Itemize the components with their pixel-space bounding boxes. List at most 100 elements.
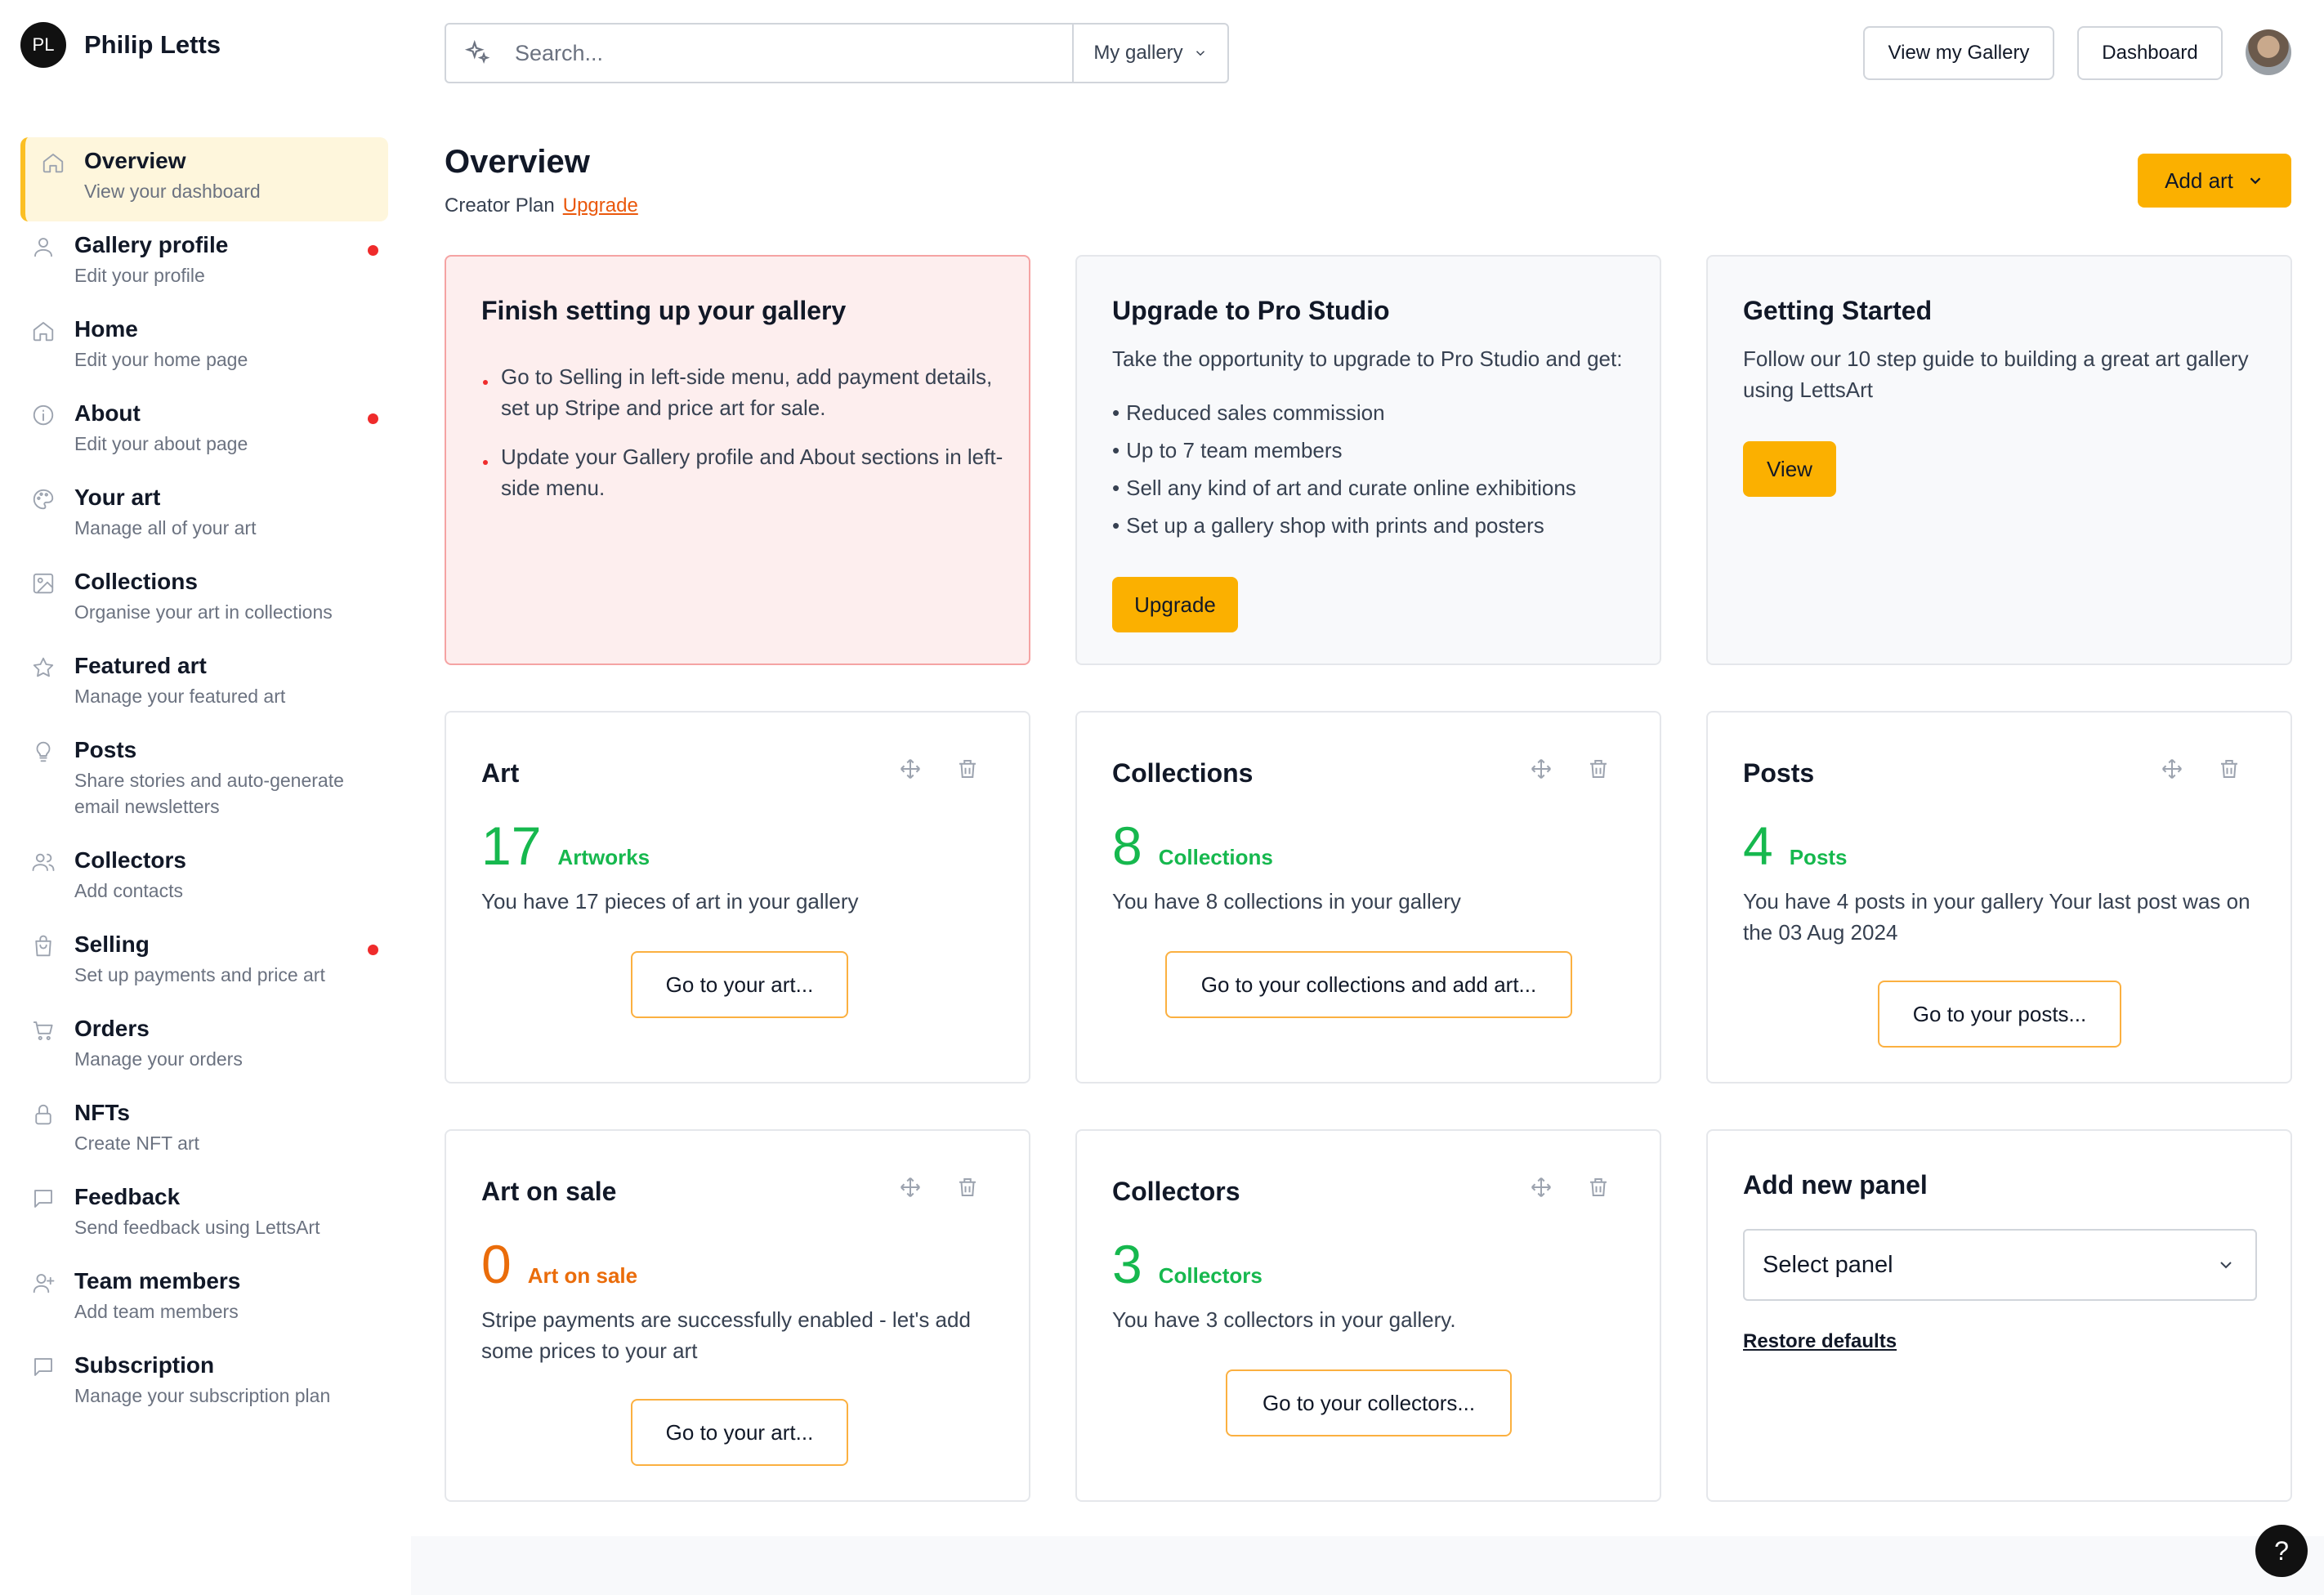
search-input[interactable] xyxy=(515,40,1038,66)
sidebar-item-subtitle: Manage your featured art xyxy=(74,686,286,707)
view-gallery-button[interactable]: View my Gallery xyxy=(1863,26,2054,80)
user-plus-icon xyxy=(33,1274,55,1293)
sidebar-item-subtitle: Edit your about page xyxy=(74,433,248,454)
move-icon[interactable] xyxy=(1529,1175,1553,1200)
move-icon[interactable] xyxy=(898,757,923,781)
art-card: Art 17 Artworks You have 17 pieces of ar… xyxy=(445,711,1030,1083)
sidebar-item-title: About xyxy=(74,400,141,426)
sidebar-item-title: Home xyxy=(74,316,138,342)
palette-icon xyxy=(33,489,54,510)
card-tools xyxy=(1529,757,1611,781)
notification-dot xyxy=(368,413,378,424)
info-icon xyxy=(33,404,54,426)
bag-icon xyxy=(35,935,51,957)
sidebar-item-team-members[interactable]: Team members Add team members xyxy=(20,1258,388,1342)
sale-count-label: Art on sale xyxy=(527,1263,638,1288)
help-button[interactable]: ? xyxy=(2255,1525,2308,1577)
sidebar-item-title: Collectors xyxy=(74,847,186,873)
sidebar-item-subtitle: View your dashboard xyxy=(84,181,261,202)
setup-card: Finish setting up your gallery Go to Sel… xyxy=(445,255,1030,665)
sidebar-item-title: Featured art xyxy=(74,653,207,678)
sidebar-item-title: Overview xyxy=(84,148,186,173)
posts-stat: 4 Posts xyxy=(1743,819,1848,873)
sidebar-item-subtitle: Organise your art in collections xyxy=(74,601,333,623)
brand-avatar: PL xyxy=(20,22,66,68)
dashboard-button[interactable]: Dashboard xyxy=(2077,26,2223,80)
collectors-card: Collectors 3 Collectors You have 3 colle… xyxy=(1075,1129,1661,1502)
sidebar-item-title: NFTs xyxy=(74,1100,130,1125)
collections-card: Collections 8 Collections You have 8 col… xyxy=(1075,711,1661,1083)
go-to-collections-button[interactable]: Go to your collections and add art... xyxy=(1165,951,1572,1018)
panel-select-value: Select panel xyxy=(1763,1251,1893,1278)
sidebar-item-subtitle: Manage your subscription plan xyxy=(74,1385,331,1406)
users-icon xyxy=(32,853,55,871)
sidebar-item-about[interactable]: About Edit your about page xyxy=(20,390,388,474)
sidebar-item-selling[interactable]: Selling Set up payments and price art xyxy=(20,921,388,1005)
sale-card-text: Stripe payments are successfully enabled… xyxy=(481,1307,971,1363)
sidebar-item-your-art[interactable]: Your art Manage all of your art xyxy=(20,474,388,558)
panel-select[interactable]: Select panel xyxy=(1743,1229,2257,1301)
brand[interactable]: PL Philip Letts xyxy=(20,22,221,68)
collections-count: 8 xyxy=(1112,815,1142,876)
collectors-count-label: Collectors xyxy=(1158,1263,1263,1288)
sidebar-item-subtitle: Set up payments and price art xyxy=(74,964,325,985)
sidebar-item-collectors[interactable]: Collectors Add contacts xyxy=(20,837,388,921)
go-to-collectors-button[interactable]: Go to your collectors... xyxy=(1226,1369,1512,1436)
art-card-title: Art xyxy=(481,758,520,788)
page-title: Overview xyxy=(445,144,590,180)
add-art-button[interactable]: Add art xyxy=(2138,154,2291,208)
collectors-stat: 3 Collectors xyxy=(1112,1237,1263,1291)
art-count-label: Artworks xyxy=(557,845,650,869)
trash-icon[interactable] xyxy=(1586,1175,1611,1200)
go-to-art-sale-button[interactable]: Go to your art... xyxy=(631,1399,848,1466)
getting-started-text: Follow our 10 step guide to building a g… xyxy=(1743,346,2249,402)
card-tools xyxy=(1529,1175,1611,1200)
go-to-posts-button[interactable]: Go to your posts... xyxy=(1878,981,2121,1048)
sidebar-item-gallery-profile[interactable]: Gallery profile Edit your profile xyxy=(20,221,388,306)
view-guide-button[interactable]: View xyxy=(1743,441,1836,497)
sidebar-item-title: Posts xyxy=(74,737,137,762)
star-icon xyxy=(33,657,54,677)
benefit-item: Up to 7 team members xyxy=(1112,431,1576,469)
plan-name: Creator Plan xyxy=(445,194,555,217)
getting-started-card: Getting Started Follow our 10 step guide… xyxy=(1706,255,2292,665)
move-icon[interactable] xyxy=(2160,757,2184,781)
sidebar-item-home[interactable]: Home Edit your home page xyxy=(20,306,388,390)
sidebar-item-subtitle: Add team members xyxy=(74,1301,239,1322)
restore-defaults-link[interactable]: Restore defaults xyxy=(1743,1330,1897,1353)
go-to-art-button[interactable]: Go to your art... xyxy=(631,951,848,1018)
lightbulb-icon xyxy=(36,741,51,762)
sidebar-item-orders[interactable]: Orders Manage your orders xyxy=(20,1005,388,1089)
collections-count-label: Collections xyxy=(1158,845,1273,869)
trash-icon[interactable] xyxy=(955,757,980,781)
sidebar-item-collections[interactable]: Collections Organise your art in collecti… xyxy=(20,558,388,642)
upgrade-button[interactable]: Upgrade xyxy=(1112,577,1238,632)
trash-icon[interactable] xyxy=(955,1175,980,1200)
trash-icon[interactable] xyxy=(1586,757,1611,781)
benefit-item: Reduced sales commission xyxy=(1112,394,1576,431)
search-scope-dropdown[interactable]: My gallery xyxy=(1072,25,1227,82)
posts-card-text: You have 4 posts in your gallery Your la… xyxy=(1743,889,2250,945)
brand-name: Philip Letts xyxy=(84,30,221,59)
upgrade-intro: Take the opportunity to upgrade to Pro S… xyxy=(1112,346,1623,371)
sidebar-item-subtitle: Edit your profile xyxy=(74,265,205,286)
sidebar-item-posts[interactable]: Posts Share stories and auto-generate ema… xyxy=(20,726,388,837)
upgrade-link[interactable]: Upgrade xyxy=(563,194,638,217)
sidebar-item-title: Subscription xyxy=(74,1352,215,1378)
sidebar-item-subtitle: Share stories and auto-generate email ne… xyxy=(74,770,344,817)
user-avatar[interactable] xyxy=(2246,29,2291,75)
sidebar: Overview View your dashboard Gallery profi… xyxy=(20,137,388,1426)
sidebar-item-subscription[interactable]: Subscription Manage your subscription pla… xyxy=(20,1342,388,1426)
move-icon[interactable] xyxy=(1529,757,1553,781)
lock-icon xyxy=(35,1104,51,1125)
sidebar-item-subtitle: Create NFT art xyxy=(74,1133,199,1154)
sidebar-item-featured-art[interactable]: Featured art Manage your featured art xyxy=(20,642,388,726)
notification-dot xyxy=(368,945,378,955)
sidebar-item-nfts[interactable]: NFTs Create NFT art xyxy=(20,1089,388,1173)
move-icon[interactable] xyxy=(898,1175,923,1200)
sidebar-item-feedback[interactable]: Feedback Send feedback using LettsArt xyxy=(20,1173,388,1258)
posts-card: Posts 4 Posts You have 4 posts in your g… xyxy=(1706,711,2292,1083)
sidebar-item-overview[interactable]: Overview View your dashboard xyxy=(20,137,388,221)
trash-icon[interactable] xyxy=(2217,757,2241,781)
art-on-sale-card: Art on sale 0 Art on sale Stripe payment… xyxy=(445,1129,1030,1502)
